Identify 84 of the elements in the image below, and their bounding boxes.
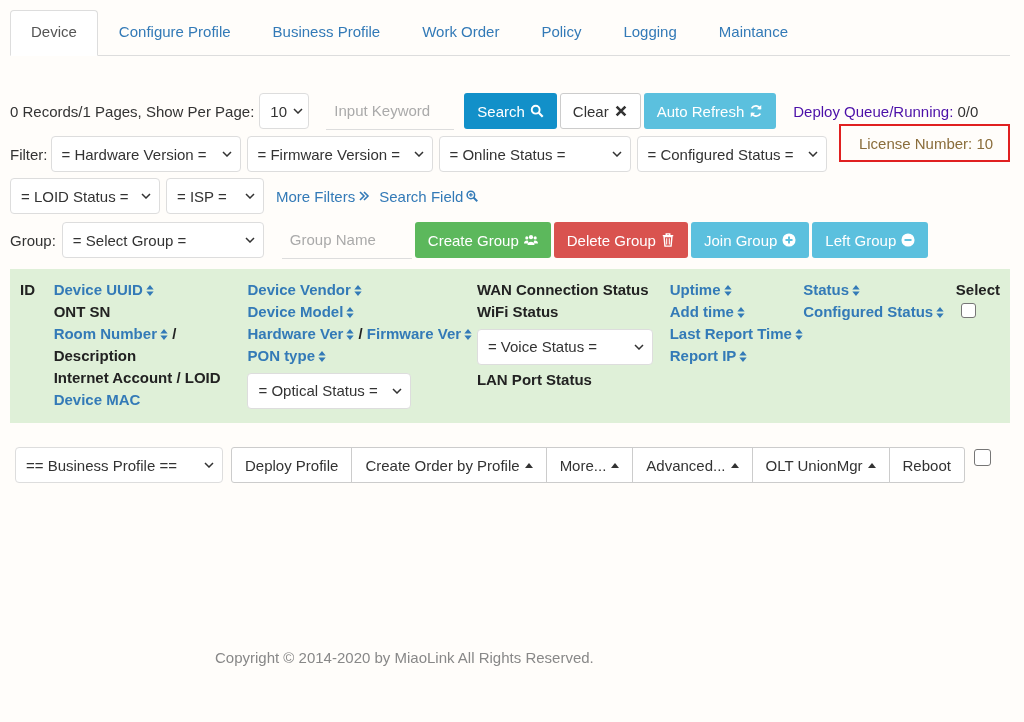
clear-button[interactable]: Clear [559,93,641,129]
sort-link[interactable]: Room Number [53,325,157,342]
chevron-icon [413,151,424,157]
chevron-icon [633,344,644,350]
select-all-checkbox[interactable] [961,303,976,318]
action-button[interactable]: Advanced... [632,447,753,483]
filter-dropdown[interactable]: = Firmware Version = [246,136,433,172]
tab[interactable]: Work Order [401,10,521,56]
tab[interactable]: Logging [602,10,698,56]
chevron-icon [204,462,214,468]
column-heading: WAN Connection Status [476,281,649,298]
more-filters-link[interactable]: More Filters [276,187,371,205]
column-heading: LAN Port Status [476,371,592,388]
chevron-icon [141,193,151,199]
sort-link[interactable]: PON type [247,347,315,364]
sort-link[interactable]: Configured Status [803,303,934,320]
column-heading: Internet Account / LOID [53,369,221,386]
delete-group-button[interactable]: Delete Group [553,222,688,258]
filter-dropdown[interactable]: = ISP = [166,178,264,214]
action-button[interactable]: Create Order by Profile [351,447,547,483]
sort-link[interactable]: Device MAC [53,391,141,408]
sort-link[interactable]: Device Model [247,303,344,320]
column-heading: WiFi Status [476,303,559,320]
action-button[interactable]: Reboot [888,447,965,483]
action-button[interactable]: OLT UnionMgr [751,447,890,483]
checkbox[interactable] [973,449,991,466]
chevron-icon [245,193,255,199]
column-dropdown[interactable]: = Optical Status = [247,373,412,409]
action-button[interactable]: More... [545,447,634,483]
tab[interactable]: Business Profile [251,10,402,56]
per-page-dropdown[interactable]: 10 [259,93,310,129]
deploy-queue-label: Deploy Queue/Running: 0/0 [793,102,979,120]
chevron-icon [611,151,622,157]
refresh-icon [749,104,764,118]
chevron-icon [807,151,818,157]
filter-dropdown[interactable]: = Online Status = [438,136,631,172]
chevron-icon [244,237,255,243]
trash-icon [660,233,675,247]
sort-link[interactable]: Hardware Ver [247,325,344,342]
sort-link[interactable]: Device UUID [53,281,143,298]
copyright-text: Copyright © 2014-2020 by MiaoLink All Rights Reserved. [214,649,595,666]
minus-circle-icon [901,233,916,247]
sort-link[interactable]: Report IP [669,347,737,364]
column-heading: ID [20,281,35,298]
zoom-in-icon [466,190,479,202]
chevron-icon [392,388,403,394]
tab[interactable]: Device [10,10,98,56]
chevron-icon [293,108,303,114]
sort-link[interactable]: Add time [669,303,734,320]
group-name-field[interactable]: Group Name [281,221,412,259]
search-field-link[interactable]: Search Field [379,187,479,205]
filter-dropdown[interactable]: = LOID Status = [10,178,160,214]
column-heading: ONT SN [53,303,111,320]
license-number: License Number: 10 [838,124,1010,162]
plus-circle-icon [782,233,797,247]
filter-dropdown[interactable]: = Hardware Version = [50,136,241,172]
close-icon [613,104,628,118]
column-heading: / [172,325,177,342]
sort-link[interactable]: Device Vendor [247,281,351,298]
sort-link[interactable]: Status [803,281,850,298]
keyword-field[interactable]: Input Keyword [326,92,455,130]
profile-dropdown[interactable]: == Business Profile == [15,447,223,483]
double-chevron-icon [358,190,371,202]
sort-link[interactable]: Firmware Ver [366,325,462,342]
action-button[interactable]: Deploy Profile [231,447,353,483]
group-dropdown[interactable]: = Select Group = [61,222,264,258]
column-heading: / [358,325,363,342]
tab[interactable]: Policy [520,10,603,56]
chevron-icon [221,151,232,157]
search-icon [529,104,544,118]
column-dropdown[interactable]: = Voice Status = [476,329,653,365]
sort-link[interactable]: Uptime [669,281,721,298]
filter-label: Filter: [10,145,48,163]
filter-dropdown[interactable]: = Configured Status = [636,136,827,172]
tab[interactable]: Maintance [697,10,809,56]
group-label: Group: [10,231,56,249]
search-button[interactable]: Search [464,93,557,129]
column-heading: Select [955,281,1000,298]
create-group-button[interactable]: Create Group [414,222,551,258]
column-heading: Description [53,347,137,364]
sort-link[interactable]: Last Report Time [669,325,792,342]
users-icon [523,233,538,247]
tab[interactable]: Configure Profile [97,10,252,56]
records-label: 0 Records/1 Pages, Show Per Page: [10,102,255,120]
